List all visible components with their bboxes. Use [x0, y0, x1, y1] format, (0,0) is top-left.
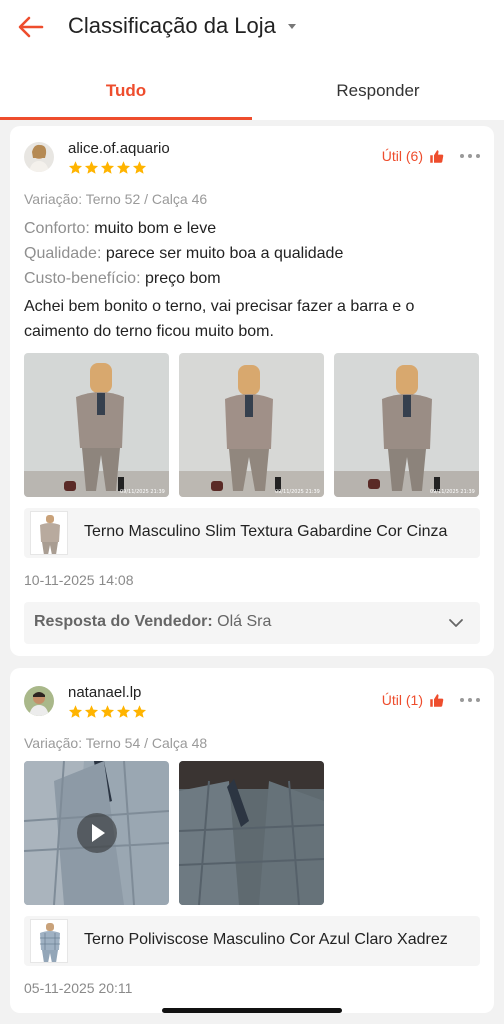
product-name: Terno Masculino Slim Textura Gabardine C… [84, 523, 448, 540]
star-icon [116, 161, 131, 174]
star-icon [100, 161, 115, 174]
review-comment: Achei bem bonito o terno, vai precisar f… [24, 298, 415, 340]
star-icon [100, 705, 115, 718]
photo-timestamp: 09/11/2025 21:39 [120, 489, 165, 495]
star-icon [132, 705, 147, 718]
star-icon [84, 161, 99, 174]
home-indicator [162, 1008, 342, 1013]
product-link[interactable]: Terno Masculino Slim Textura Gabardine C… [24, 508, 480, 558]
review-card: natanael.lp Útil (1) Variação: Terno 54 … [10, 668, 494, 1013]
attribute-value: muito bom e leve [94, 220, 217, 237]
review-card: alice.of.aquario Útil (6) Variação: Tern… [10, 126, 494, 656]
review-photo[interactable]: 09/11/2025 21:39 [334, 353, 479, 497]
seller-reply-text: Resposta do Vendedor: Olá Sra [34, 613, 271, 631]
variation-text: Variação: Terno 54 / Calça 48 [24, 735, 208, 751]
review-photo[interactable] [179, 761, 324, 905]
back-arrow-icon[interactable] [14, 10, 48, 44]
avatar[interactable] [24, 142, 54, 172]
star-icon [68, 705, 83, 718]
star-icon [68, 161, 83, 174]
product-thumbnail [30, 511, 68, 555]
attribute-key: Qualidade: [24, 245, 102, 262]
page-title-text: Classificação da Loja [68, 13, 276, 38]
star-icon [132, 161, 147, 174]
helpful-count: Útil (6) [381, 148, 423, 164]
product-name: Terno Poliviscose Masculino Cor Azul Cla… [84, 931, 448, 948]
seller-reply-message: Olá Sra [217, 613, 272, 630]
chevron-down-icon[interactable] [448, 615, 464, 631]
photo-timestamp: 09/11/2025 21:39 [430, 489, 475, 495]
helpful-count: Útil (1) [381, 692, 423, 708]
attribute-key: Custo-benefício: [24, 270, 141, 287]
attribute-value: parece ser muito boa a qualidade [105, 245, 344, 262]
star-icon [116, 705, 131, 718]
more-dots-icon[interactable] [460, 698, 480, 702]
helpful-button[interactable]: Útil (6) [382, 148, 444, 164]
seller-reply-label: Resposta do Vendedor: [34, 613, 213, 630]
tab-respond[interactable]: Responder [252, 62, 504, 120]
attribute-key: Conforto: [24, 220, 90, 237]
tab-bar: Tudo Responder [0, 62, 504, 120]
photo-timestamp: 09/11/2025 21:39 [275, 489, 320, 495]
attribute-value: preço bom [144, 270, 221, 287]
caret-down-icon [287, 23, 296, 29]
tab-all[interactable]: Tudo [0, 62, 252, 120]
attribute-row: Custo-benefício: preço bom [24, 270, 221, 288]
attribute-row: Conforto: muito bom e leve [24, 220, 216, 238]
app-header: Classificação da Loja [0, 0, 504, 62]
review-date: 10-11-2025 14:08 [24, 572, 134, 588]
seller-reply[interactable]: Resposta do Vendedor: Olá Sra [24, 602, 480, 644]
reviewer-username[interactable]: natanael.lp [68, 684, 141, 701]
product-thumbnail [30, 919, 68, 963]
thumbs-up-icon [430, 149, 444, 163]
review-date: 05-11-2025 20:11 [24, 980, 133, 996]
thumbs-up-icon [430, 693, 444, 707]
attribute-row: Qualidade: parece ser muito boa a qualid… [24, 245, 343, 263]
page-title[interactable]: Classificação da Loja [68, 13, 296, 39]
more-dots-icon[interactable] [460, 154, 480, 158]
reviewer-username[interactable]: alice.of.aquario [68, 140, 170, 157]
product-link[interactable]: Terno Poliviscose Masculino Cor Azul Cla… [24, 916, 480, 966]
review-photo[interactable]: 09/11/2025 21:39 [179, 353, 324, 497]
play-icon[interactable] [77, 813, 117, 853]
review-video[interactable] [24, 761, 169, 905]
variation-text: Variação: Terno 52 / Calça 46 [24, 191, 208, 207]
rating-stars [68, 704, 147, 719]
avatar[interactable] [24, 686, 54, 716]
review-photo[interactable]: 09/11/2025 21:39 [24, 353, 169, 497]
star-icon [84, 705, 99, 718]
helpful-button[interactable]: Útil (1) [382, 692, 444, 708]
rating-stars [68, 160, 147, 175]
